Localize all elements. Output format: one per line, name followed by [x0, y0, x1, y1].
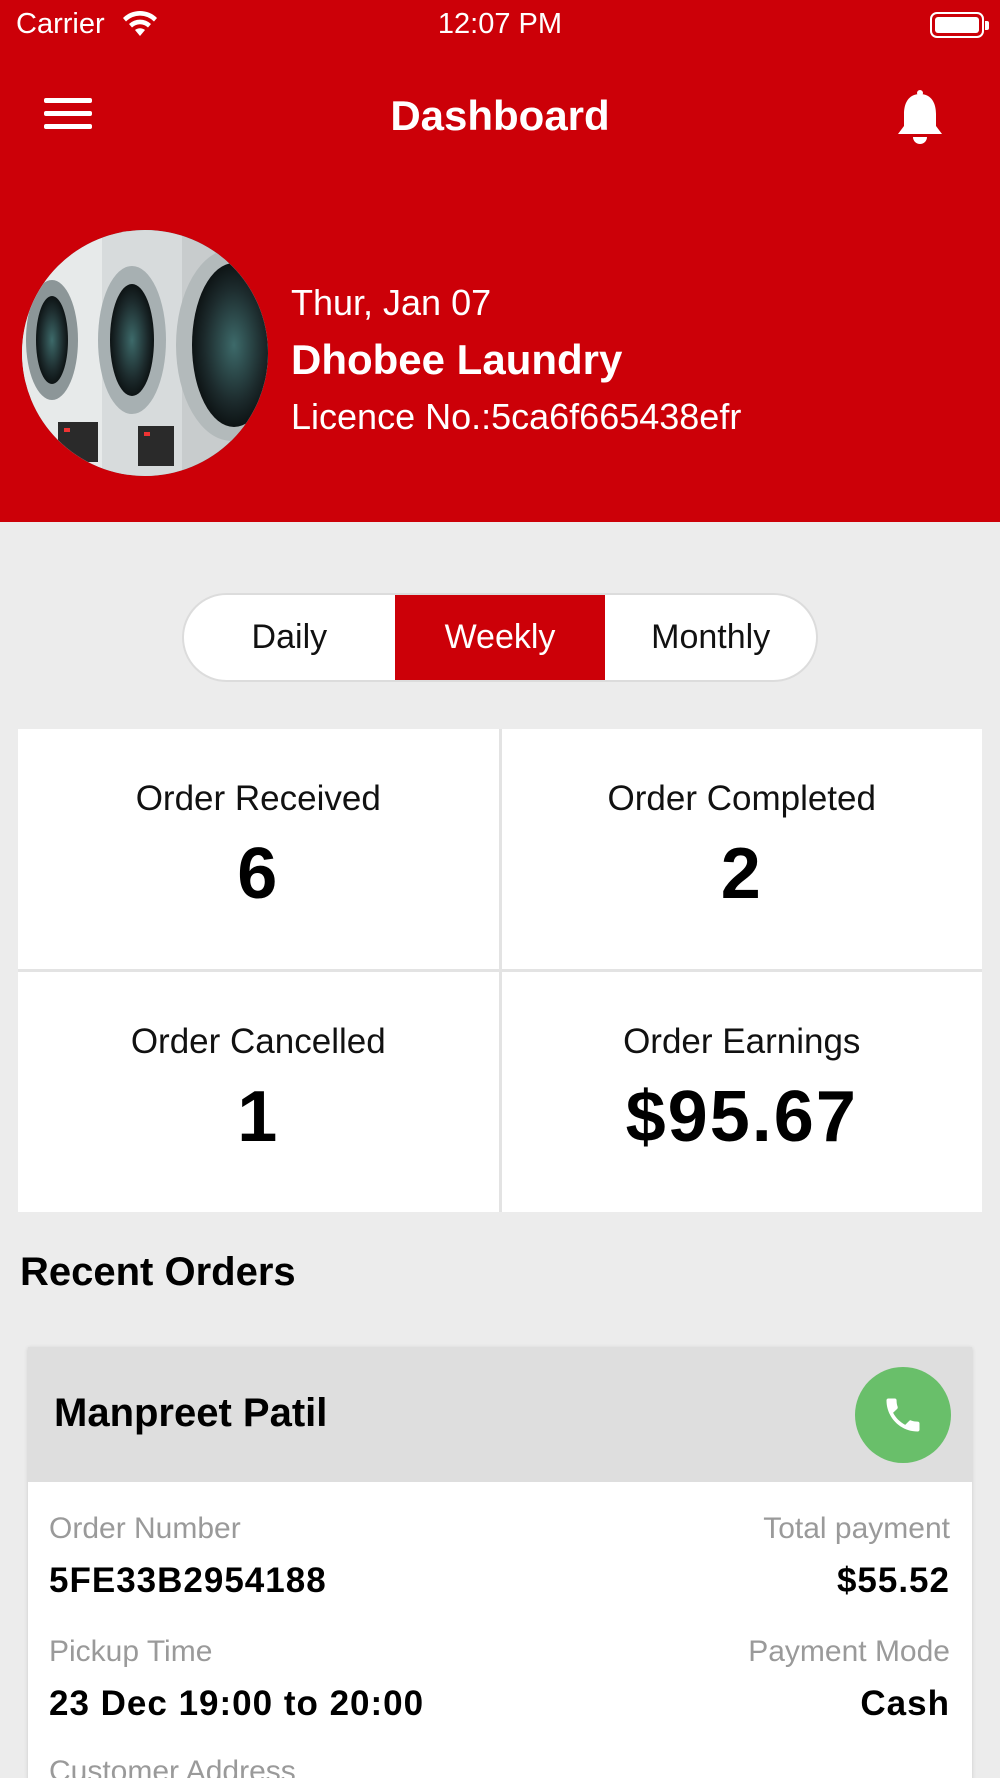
- stat-order-received: Order Received 6: [18, 729, 499, 969]
- stat-label: Order Earnings: [623, 1022, 861, 1061]
- page-title: Dashboard: [390, 92, 610, 139]
- stat-order-completed: Order Completed 2: [501, 729, 982, 969]
- payment-mode-label: Payment Mode: [748, 1635, 950, 1668]
- stat-label: Order Completed: [607, 779, 876, 818]
- total-payment-value: $55.52: [836, 1561, 950, 1600]
- current-date: Thur, Jan 07: [291, 282, 492, 323]
- shop-name: Dhobee Laundry: [291, 336, 623, 383]
- order-card-header: Manpreet Patil: [28, 1347, 972, 1482]
- stat-value: 1: [237, 1077, 280, 1157]
- order-number-value: 5FE33B2954188: [49, 1561, 327, 1600]
- period-segmented-control: Daily Weekly Monthly: [182, 593, 818, 682]
- battery-icon: [930, 12, 989, 38]
- stat-order-cancelled: Order Cancelled 1: [18, 972, 499, 1212]
- stat-value: 6: [237, 834, 280, 914]
- phone-icon: [886, 1398, 920, 1432]
- stat-order-earnings: Order Earnings $95.67: [501, 972, 982, 1212]
- status-time: 12:07 PM: [437, 8, 563, 40]
- pickup-time-label: Pickup Time: [49, 1635, 213, 1668]
- pickup-time-value: 23 Dec 19:00 to 20:00: [49, 1684, 425, 1723]
- tab-weekly[interactable]: Weekly: [394, 595, 606, 680]
- tab-monthly[interactable]: Monthly: [605, 595, 816, 680]
- shop-avatar: [22, 230, 268, 476]
- order-card[interactable]: Manpreet Patil Order Number 5FE33B295418…: [28, 1347, 972, 1778]
- bell-icon[interactable]: [896, 90, 944, 144]
- payment-mode-value: Cash: [860, 1684, 950, 1723]
- stat-label: Order Cancelled: [130, 1022, 386, 1061]
- stat-value: $95.67: [625, 1077, 858, 1157]
- licence-number: Licence No.:5ca6f665438efr: [291, 396, 742, 437]
- status-bar: Carrier 12:07 PM: [0, 0, 1000, 52]
- customer-address-label: Customer Address: [49, 1755, 296, 1778]
- recent-orders-heading: Recent Orders: [20, 1250, 296, 1294]
- order-number-label: Order Number: [49, 1512, 241, 1545]
- call-button[interactable]: [855, 1367, 951, 1463]
- tab-daily[interactable]: Daily: [184, 595, 395, 680]
- header-panel: Carrier 12:07 PM Dashboard Thur, Jan 07 …: [0, 0, 1000, 522]
- stat-value: 2: [720, 834, 763, 914]
- navigation-bar: Dashboard: [0, 72, 1000, 162]
- total-payment-label: Total payment: [763, 1512, 950, 1545]
- washing-machines-image: [22, 230, 268, 476]
- stat-label: Order Received: [135, 779, 381, 818]
- stats-grid: Order Received 6 Order Completed 2 Order…: [18, 729, 982, 1212]
- customer-name: Manpreet Patil: [54, 1391, 328, 1435]
